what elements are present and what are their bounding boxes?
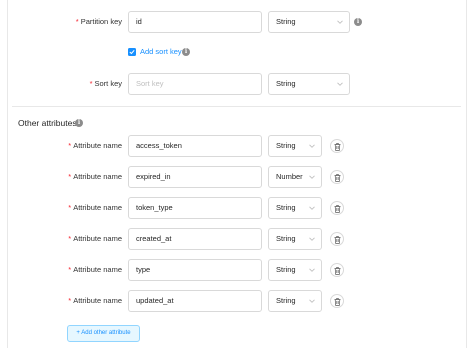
attribute-type-value: String [276,234,296,243]
partition-key-label: * Partition key [75,17,122,26]
partition-key-row: * Partition key id String i [0,11,474,33]
attribute-name-input[interactable]: type [128,259,262,281]
attribute-row: * Attribute name expired_in Number [0,166,474,188]
chevron-down-icon [337,20,343,24]
required-mark: * [89,79,93,88]
chevron-down-icon [309,206,315,210]
sort-key-input[interactable]: Sort key [128,73,262,95]
trash-icon [334,173,341,182]
sort-key-type-select[interactable]: String [268,73,350,95]
delete-attribute-button[interactable] [330,201,344,215]
delete-attribute-button[interactable] [330,294,344,308]
add-sort-key-checkbox[interactable] [128,48,136,56]
partition-key-input[interactable]: id [128,11,262,33]
sort-key-type-value: String [276,79,296,88]
check-icon [129,49,135,55]
attribute-type-select[interactable]: Number [268,166,322,188]
trash-icon [334,297,341,306]
attribute-row: * Attribute name access_token String [0,135,474,157]
chevron-down-icon [309,299,315,303]
info-circle-icon[interactable]: i [75,119,83,127]
attribute-type-value: String [276,203,296,212]
delete-attribute-button[interactable] [330,232,344,246]
attribute-type-select[interactable]: String [268,228,322,250]
attribute-type-value: String [276,265,296,274]
attribute-name-input[interactable]: access_token [128,135,262,157]
attribute-name-label: * Attribute name [68,141,122,150]
delete-attribute-button[interactable] [330,170,344,184]
trash-icon [334,235,341,244]
required-mark: * [68,234,72,243]
delete-attribute-button[interactable] [330,263,344,277]
required-mark: * [75,17,79,26]
sort-key-label: * Sort key [89,79,122,88]
add-other-attribute-button[interactable]: + Add other attribute [67,325,140,342]
attribute-type-value: Number [276,172,303,181]
required-mark: * [68,141,72,150]
required-mark: * [68,172,72,181]
chevron-down-icon [309,237,315,241]
trash-icon [334,266,341,275]
attribute-name-label: * Attribute name [68,265,122,274]
attribute-name-label: * Attribute name [68,203,122,212]
partition-key-type-select[interactable]: String [268,11,350,33]
attribute-name-label: * Attribute name [68,296,122,305]
chevron-down-icon [309,175,315,179]
attribute-name-input[interactable]: token_type [128,197,262,219]
attribute-name-label: * Attribute name [68,234,122,243]
trash-icon [334,204,341,213]
attribute-type-select[interactable]: String [268,290,322,312]
delete-attribute-button[interactable] [330,139,344,153]
attribute-type-select[interactable]: String [268,135,322,157]
attribute-row: * Attribute name type String [0,259,474,281]
chevron-down-icon [309,268,315,272]
attribute-name-input[interactable]: created_at [128,228,262,250]
partition-key-type-value: String [276,17,296,26]
sort-key-row: * Sort key Sort key String [0,73,474,95]
other-attributes-title: Other attributes [18,118,77,128]
required-mark: * [68,203,72,212]
info-circle-icon[interactable]: i [182,48,190,56]
attribute-name-input[interactable]: updated_at [128,290,262,312]
trash-icon [334,142,341,151]
info-circle-icon[interactable]: i [354,18,362,26]
chevron-down-icon [337,82,343,86]
attribute-row: * Attribute name updated_at String [0,290,474,312]
attribute-row: * Attribute name created_at String [0,228,474,250]
section-divider [12,106,461,107]
attribute-type-select[interactable]: String [268,197,322,219]
attribute-row: * Attribute name token_type String [0,197,474,219]
add-sort-key-label[interactable]: Add sort key [140,46,182,58]
attribute-name-label: * Attribute name [68,172,122,181]
chevron-down-icon [309,144,315,148]
attribute-type-value: String [276,141,296,150]
attribute-type-select[interactable]: String [268,259,322,281]
attribute-type-value: String [276,296,296,305]
required-mark: * [68,296,72,305]
attribute-name-input[interactable]: expired_in [128,166,262,188]
required-mark: * [68,265,72,274]
